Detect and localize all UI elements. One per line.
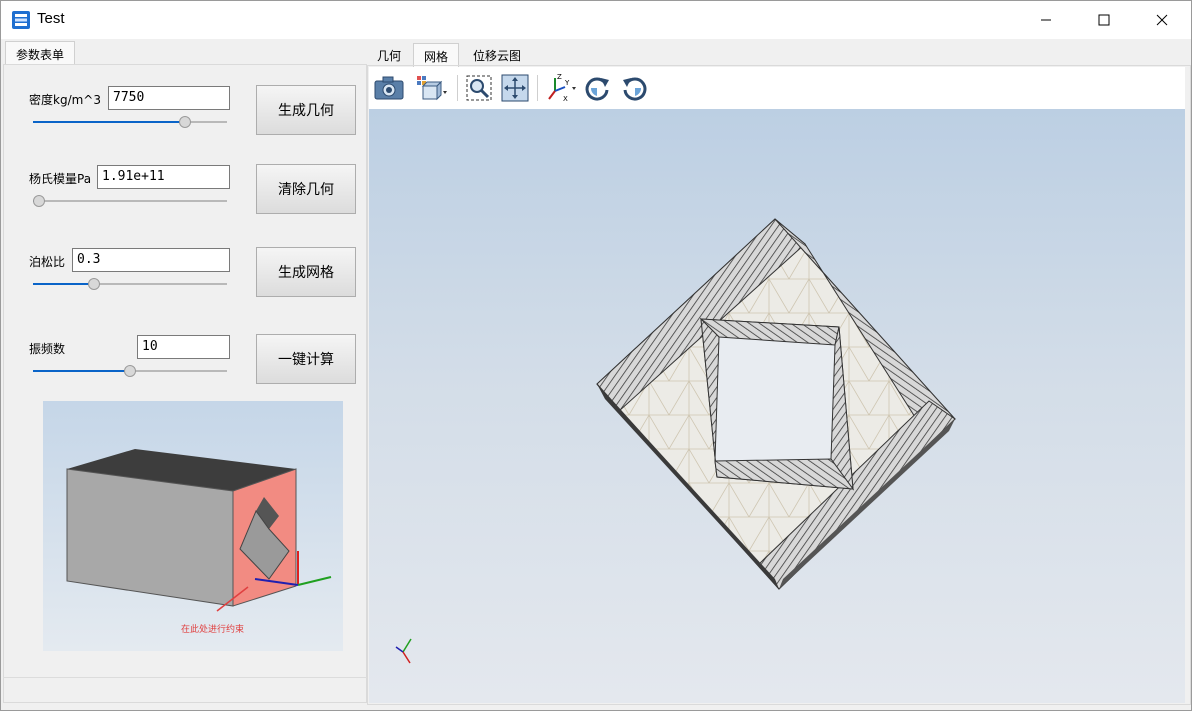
svg-text:Y: Y [564, 79, 570, 87]
triad-y-axis [402, 638, 412, 653]
rotate-counterclockwise-button[interactable] [619, 72, 651, 104]
youngs-modulus-slider[interactable] [33, 195, 227, 207]
maximize-button[interactable] [1075, 1, 1133, 39]
zoom-window-button[interactable] [463, 72, 495, 104]
fit-all-button[interactable] [499, 72, 531, 104]
frequency-count-label: 振频数 [29, 342, 66, 356]
app-logo-icon [12, 11, 30, 29]
triad-x-axis [395, 646, 404, 653]
one-click-compute-button[interactable]: 一键计算 [256, 334, 356, 384]
tab-displacement-contour[interactable]: 位移云图 [463, 43, 531, 67]
slider-fill [33, 370, 130, 372]
rotate-ccw-icon [623, 77, 647, 101]
left-panel-divider [3, 677, 367, 678]
poisson-ratio-label: 泊松比 [29, 255, 66, 269]
minimize-button[interactable] [1017, 1, 1075, 39]
slider-fill [33, 121, 185, 123]
right-tab-bar: 几何 网格 位移云图 [367, 41, 1191, 67]
slider-thumb[interactable] [124, 365, 136, 377]
maximize-icon [1098, 14, 1110, 26]
rotate-cw-icon [585, 77, 609, 101]
slider-fill [33, 283, 94, 285]
viewer-toolbar: Z Y X [369, 67, 1185, 109]
close-button[interactable] [1133, 1, 1191, 39]
toolbar-separator [457, 75, 458, 101]
svg-text:X: X [563, 95, 568, 103]
rotate-clockwise-button[interactable] [581, 72, 613, 104]
clear-geometry-button[interactable]: 清除几何 [256, 164, 356, 214]
mesh-3d-viewport[interactable] [369, 109, 1185, 703]
poisson-ratio-input[interactable]: 0.3 [72, 248, 230, 272]
density-input[interactable]: 7750 [108, 86, 230, 110]
constraint-preview-image: 在此处进行约束 [43, 401, 343, 651]
box-side-face [66, 468, 234, 607]
preview-box-drawing [66, 449, 332, 612]
density-label: 密度kg/m^3 [29, 93, 101, 107]
density-slider[interactable] [33, 116, 227, 128]
toolbar-separator [537, 75, 538, 101]
zoom-window-icon [466, 75, 492, 101]
youngs-modulus-label: 杨氏模量Pa [29, 172, 92, 186]
window-title: Test [37, 10, 65, 27]
view-cube-icon [417, 76, 447, 101]
tab-geometry[interactable]: 几何 [367, 43, 411, 67]
axis-view-button[interactable]: Z Y X [545, 72, 577, 104]
mesh-model [395, 218, 956, 664]
poisson-ratio-slider[interactable] [33, 278, 227, 290]
tab-mesh[interactable]: 网格 [413, 43, 460, 67]
screenshot-button[interactable] [373, 72, 405, 104]
fit-all-icon [501, 74, 529, 102]
left-tab-bar: 参数表单 [1, 39, 367, 65]
axis-y-arrow [297, 576, 332, 586]
camera-icon [374, 76, 404, 100]
slider-thumb[interactable] [179, 116, 191, 128]
triad-z-axis [402, 651, 411, 664]
axes-icon: Z Y X [548, 73, 576, 103]
svg-text:Z: Z [557, 73, 562, 81]
view-direction-button[interactable] [415, 72, 447, 104]
slider-thumb[interactable] [88, 278, 100, 290]
youngs-modulus-input[interactable]: 1.91e+11 [97, 165, 230, 189]
generate-mesh-button[interactable]: 生成网格 [256, 247, 356, 297]
frequency-count-slider[interactable] [33, 365, 227, 377]
minimize-icon [1041, 19, 1051, 21]
close-icon [1156, 14, 1168, 26]
slider-track [33, 200, 227, 202]
slider-thumb[interactable] [33, 195, 45, 207]
tab-param-form[interactable]: 参数表单 [5, 41, 76, 65]
app-window: Test 参数表单 密度kg/m^3 7750 生成几何 杨氏模量Pa 1.91… [0, 0, 1192, 711]
generate-geometry-button[interactable]: 生成几何 [256, 85, 356, 135]
constraint-annotation: 在此处进行约束 [181, 625, 245, 635]
frequency-count-input[interactable]: 10 [137, 335, 230, 359]
title-bar: Test [1, 1, 1191, 39]
